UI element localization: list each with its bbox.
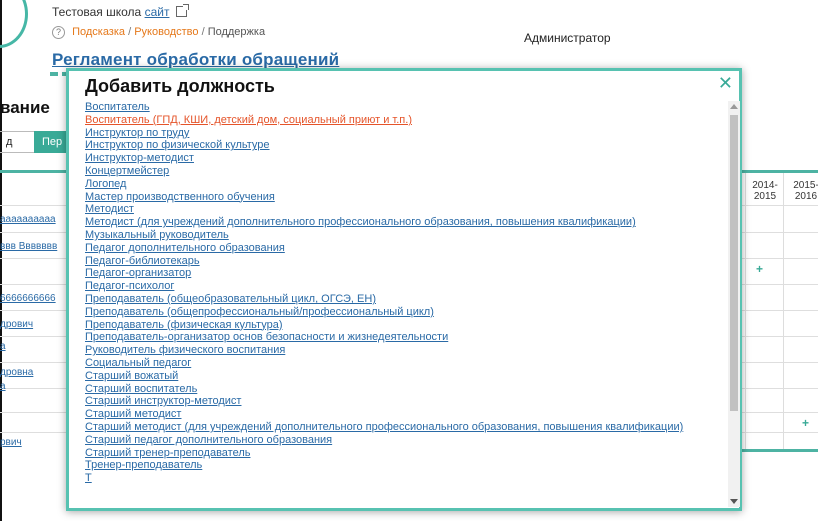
guide-link[interactable]: Руководство <box>134 26 198 38</box>
add-position-dialog: Добавить должность ✕ Воспитатель Воспита… <box>66 68 742 511</box>
year-header: 2015- 2016 <box>793 180 818 202</box>
logo-icon <box>0 0 28 48</box>
position-item[interactable]: Старший тренер-преподаватель <box>85 447 725 460</box>
help-links: ? Подсказка / Руководство / Поддержка <box>52 26 265 39</box>
tab-first[interactable]: д <box>0 131 35 153</box>
table-column-border <box>745 173 746 450</box>
position-item[interactable]: Воспитатель <box>85 101 725 114</box>
close-icon[interactable]: ✕ <box>718 74 733 92</box>
user-role[interactable]: Администратор <box>524 31 611 45</box>
plus-icon[interactable]: + <box>756 262 763 276</box>
table-cell-name[interactable]: а <box>0 381 6 392</box>
list-scrollbar[interactable] <box>728 101 740 507</box>
position-item[interactable]: Педагог дополнительного образования <box>85 242 725 255</box>
help-circle-icon: ? <box>52 26 65 39</box>
position-item[interactable]: Социальный педагог <box>85 357 725 370</box>
position-item[interactable]: Педагог-библиотекарь <box>85 255 725 268</box>
table-bottom-rule <box>740 449 818 452</box>
dialog-title: Добавить должность <box>85 76 275 96</box>
external-link-icon[interactable] <box>175 4 189 17</box>
position-item[interactable]: Инструктор по труду <box>85 127 725 140</box>
position-item[interactable]: Мастер производственного обучения <box>85 191 725 204</box>
positions-list[interactable]: Воспитатель Воспитатель (ГПД, КШИ, детск… <box>85 101 725 507</box>
support-link[interactable]: Поддержка <box>208 26 265 38</box>
position-item[interactable]: Тренер-преподаватель <box>85 459 725 472</box>
page-title[interactable]: Регламент обработки обращений <box>52 50 339 70</box>
hint-link[interactable]: Подсказка <box>72 26 125 38</box>
table-cell-name[interactable]: 6666666666 <box>0 293 56 304</box>
position-item[interactable]: Педагог-психолог <box>85 280 725 293</box>
position-item[interactable]: Преподаватель (общепрофессиональный/проф… <box>85 306 725 319</box>
scrollbar-thumb[interactable] <box>730 115 738 411</box>
position-item[interactable]: Логопед <box>85 178 725 191</box>
position-item[interactable]: Старший инструктор-методист <box>85 395 725 408</box>
position-item[interactable]: Музыкальный руководитель <box>85 229 725 242</box>
help-separator: / <box>201 26 205 38</box>
help-separator: / <box>128 26 132 38</box>
table-column-border <box>783 173 784 450</box>
table-cell-name[interactable]: дровна <box>0 367 33 378</box>
school-name: Тестовая школа <box>52 5 142 19</box>
table-cell-name[interactable]: а <box>0 341 6 352</box>
position-item[interactable]: Старший методист <box>85 408 725 421</box>
position-item[interactable]: Старший педагог дополнительного образова… <box>85 434 725 447</box>
position-item[interactable]: Преподаватель (общеобразовательный цикл,… <box>85 293 725 306</box>
table-cell-name[interactable]: ввв Ввввввв <box>0 241 57 252</box>
year-header: 2014- 2015 <box>752 180 778 202</box>
table-cell-name[interactable]: аааааааааа <box>0 214 56 225</box>
plus-icon[interactable]: + <box>802 416 809 430</box>
position-item[interactable]: Старший методист (для учреждений дополни… <box>85 421 685 434</box>
position-item[interactable]: Руководитель физического воспитания <box>85 344 725 357</box>
section-heading: вание <box>0 98 50 117</box>
position-item[interactable]: Инструктор-методист <box>85 152 725 165</box>
position-item-hovered[interactable]: Воспитатель (ГПД, КШИ, детский дом, соци… <box>85 114 725 127</box>
position-item[interactable]: Педагог-организатор <box>85 267 725 280</box>
position-item[interactable]: Методист (для учреждений дополнительного… <box>85 216 725 229</box>
school-line: Тестовая школа сайт <box>52 4 189 19</box>
scroll-down-arrow-icon[interactable] <box>730 499 738 504</box>
scroll-up-arrow-icon[interactable] <box>730 104 738 109</box>
table-cell-name[interactable]: дрович <box>0 319 33 330</box>
position-item[interactable]: Инструктор по физической культуре <box>85 139 725 152</box>
position-item[interactable]: Старший воспитатель <box>85 383 725 396</box>
position-item[interactable]: Преподаватель (физическая культура) <box>85 319 725 332</box>
position-item[interactable]: Методист <box>85 203 725 216</box>
site-link[interactable]: сайт <box>145 5 170 19</box>
position-item[interactable]: Концертмейстер <box>85 165 725 178</box>
position-item[interactable]: Преподаватель-организатор основ безопасн… <box>85 331 725 344</box>
table-cell-name[interactable]: рвич <box>0 437 22 448</box>
position-item[interactable]: Старший вожатый <box>85 370 725 383</box>
position-item[interactable]: Т <box>85 472 725 485</box>
